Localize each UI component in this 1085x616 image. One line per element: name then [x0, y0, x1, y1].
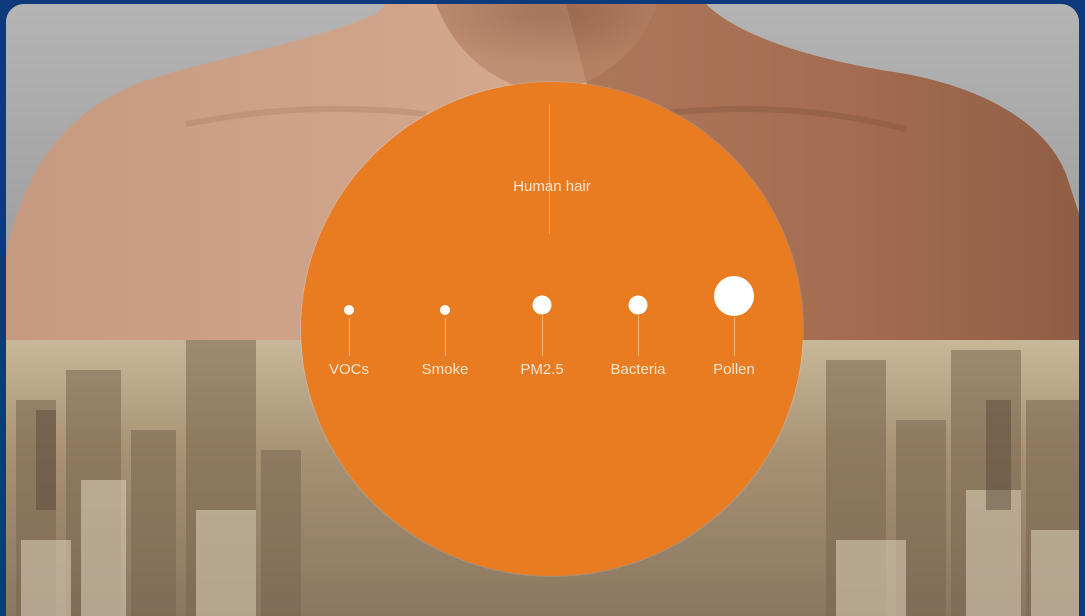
- human-hair-indicator-line: [549, 104, 550, 234]
- pollen-stem: [734, 317, 735, 356]
- infographic-frame: Human hair VOCs Smoke PM2.5 Bacteria Pol…: [6, 4, 1079, 616]
- vocs-label: VOCs: [328, 361, 370, 378]
- pm25-label: PM2.5: [520, 361, 564, 378]
- particle-size-diagram: Human hair VOCs Smoke PM2.5 Bacteria Pol…: [301, 82, 803, 576]
- pm25-particle-dot: [532, 295, 552, 315]
- vocs-stem: [349, 318, 350, 356]
- smoke-stem: [445, 318, 446, 356]
- vocs-particle-dot: [344, 305, 354, 315]
- pollen-label: Pollen: [713, 361, 755, 378]
- pollen-particle-dot: [714, 276, 754, 316]
- bacteria-stem: [638, 316, 639, 356]
- pm25-stem: [542, 316, 543, 356]
- human-hair-label: Human hair: [513, 178, 591, 195]
- smoke-label: Smoke: [421, 361, 469, 378]
- bacteria-particle-dot: [628, 295, 648, 315]
- smoke-particle-dot: [440, 305, 450, 315]
- bacteria-label: Bacteria: [610, 361, 666, 378]
